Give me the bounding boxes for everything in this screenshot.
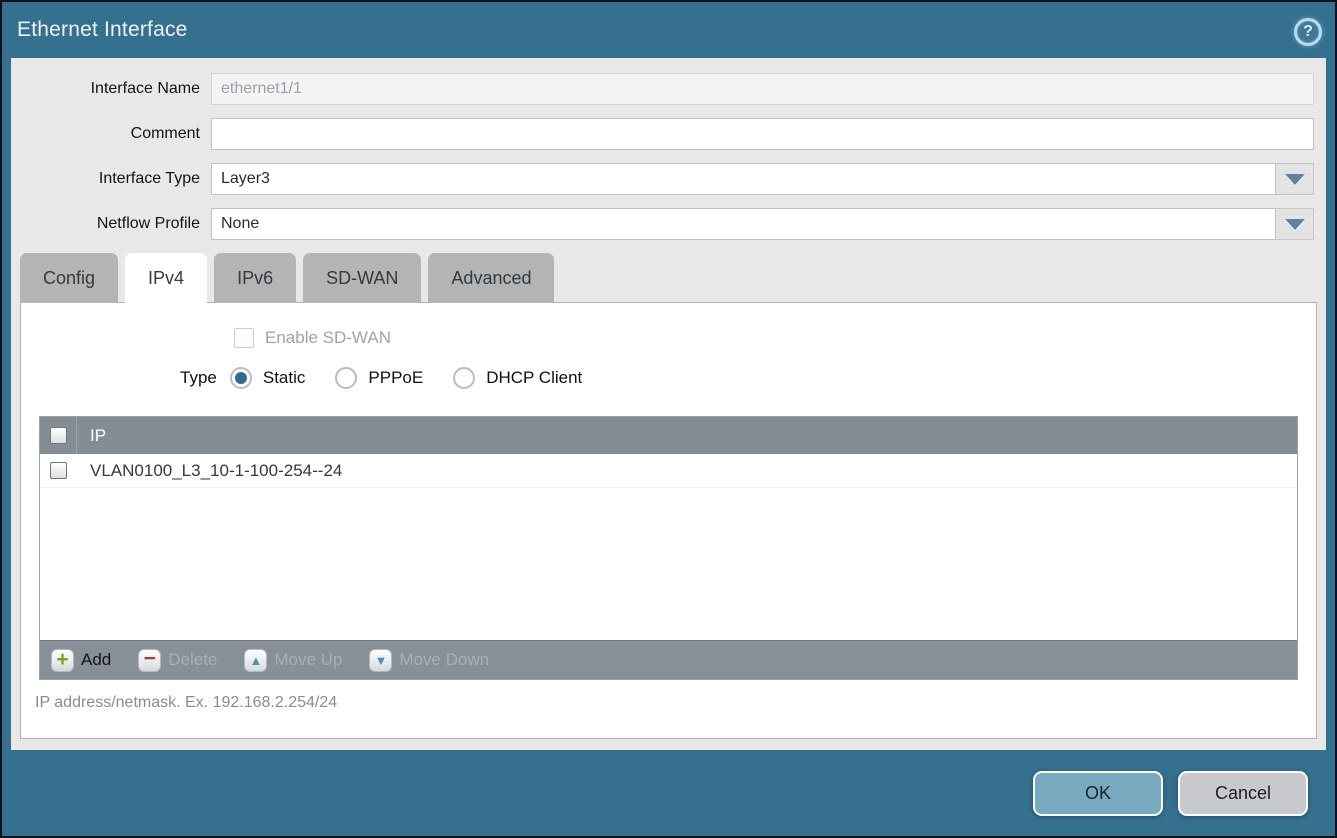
radio-static-label[interactable]: Static: [263, 368, 306, 388]
netflow-profile-value[interactable]: None: [211, 208, 1276, 240]
move-down-button-label: Move Down: [399, 650, 489, 670]
enable-sdwan-checkbox[interactable]: [234, 328, 254, 348]
dialog-titlebar: Ethernet Interface: [2, 2, 1335, 58]
tab-ipv6[interactable]: IPv6: [214, 253, 296, 303]
interface-type-row: Interface Type Layer3: [11, 163, 1314, 195]
header-checkbox-cell: [40, 417, 77, 454]
ip-column-header: IP: [77, 417, 106, 454]
move-up-icon: ▲: [244, 649, 267, 672]
add-icon: +: [51, 649, 74, 672]
cancel-button[interactable]: Cancel: [1178, 771, 1308, 816]
enable-sdwan-row: Enable SD-WAN: [234, 328, 1316, 348]
tab-ipv4[interactable]: IPv4: [125, 253, 207, 303]
move-up-button[interactable]: ▲ Move Up: [244, 649, 342, 672]
dialog-footer: OK Cancel: [2, 750, 1335, 836]
type-radio-group: Type Static PPPoE DHCP Client: [180, 367, 1316, 389]
chevron-down-icon: [1285, 174, 1305, 185]
ethernet-interface-dialog: Ethernet Interface ? Interface Name ethe…: [0, 0, 1337, 838]
netflow-profile-dropdown-button[interactable]: [1276, 208, 1314, 240]
ip-table: IP VLAN0100_L3_10-1-100-254--24 + Add −: [39, 416, 1298, 680]
add-button[interactable]: + Add: [51, 649, 111, 672]
comment-input[interactable]: [211, 118, 1314, 150]
enable-sdwan-label: Enable SD-WAN: [265, 328, 391, 348]
ipv4-tab-panel: Enable SD-WAN Type Static PPPoE DHCP Cli…: [20, 302, 1317, 739]
radio-dhcp-client[interactable]: [453, 367, 475, 389]
netflow-profile-row: Netflow Profile None: [11, 208, 1314, 240]
interface-type-value[interactable]: Layer3: [211, 163, 1276, 195]
tab-sdwan[interactable]: SD-WAN: [303, 253, 421, 303]
tab-strip: Config IPv4 IPv6 SD-WAN Advanced: [20, 253, 1326, 303]
ip-format-hint: IP address/netmask. Ex. 192.168.2.254/24: [35, 694, 1316, 712]
move-down-icon: ▼: [369, 649, 392, 672]
dialog-title: Ethernet Interface: [17, 18, 188, 42]
move-up-button-label: Move Up: [274, 650, 342, 670]
netflow-profile-label: Netflow Profile: [11, 215, 211, 233]
interface-form: Interface Name ethernet1/1 Comment Inter…: [11, 58, 1326, 240]
table-empty-area: [40, 488, 1297, 640]
interface-name-field: ethernet1/1: [211, 73, 1314, 105]
delete-icon: −: [138, 649, 161, 672]
interface-type-dropdown-button[interactable]: [1276, 163, 1314, 195]
dialog-body: Interface Name ethernet1/1 Comment Inter…: [11, 58, 1326, 750]
netflow-profile-dropdown[interactable]: None: [211, 208, 1314, 240]
radio-dot: [235, 372, 247, 384]
radio-static[interactable]: [230, 367, 252, 389]
comment-row: Comment: [11, 118, 1314, 150]
row-checkbox-cell: [40, 462, 77, 479]
interface-name-row: Interface Name ethernet1/1: [11, 73, 1314, 105]
interface-type-dropdown[interactable]: Layer3: [211, 163, 1314, 195]
add-button-label: Add: [81, 650, 111, 670]
chevron-down-icon: [1285, 219, 1305, 230]
tab-config[interactable]: Config: [20, 253, 118, 303]
radio-pppoe[interactable]: [335, 367, 357, 389]
delete-button-label: Delete: [168, 650, 217, 670]
ip-table-header: IP: [40, 417, 1297, 454]
move-down-button[interactable]: ▼ Move Down: [369, 649, 489, 672]
interface-name-label: Interface Name: [11, 80, 211, 98]
interface-type-label: Interface Type: [11, 170, 211, 188]
tab-advanced[interactable]: Advanced: [428, 253, 554, 303]
table-row[interactable]: VLAN0100_L3_10-1-100-254--24: [40, 454, 1297, 488]
table-toolbar: + Add − Delete ▲ Move Up ▼ Move Down: [40, 640, 1297, 679]
comment-label: Comment: [11, 125, 211, 143]
ok-button[interactable]: OK: [1033, 771, 1163, 816]
ip-row-value[interactable]: VLAN0100_L3_10-1-100-254--24: [77, 461, 342, 481]
type-label: Type: [180, 368, 217, 388]
radio-dhcp-client-label[interactable]: DHCP Client: [486, 368, 582, 388]
radio-pppoe-label[interactable]: PPPoE: [368, 368, 423, 388]
row-checkbox[interactable]: [50, 462, 67, 479]
select-all-checkbox[interactable]: [50, 427, 67, 444]
help-icon[interactable]: ?: [1294, 18, 1322, 46]
delete-button[interactable]: − Delete: [138, 649, 217, 672]
